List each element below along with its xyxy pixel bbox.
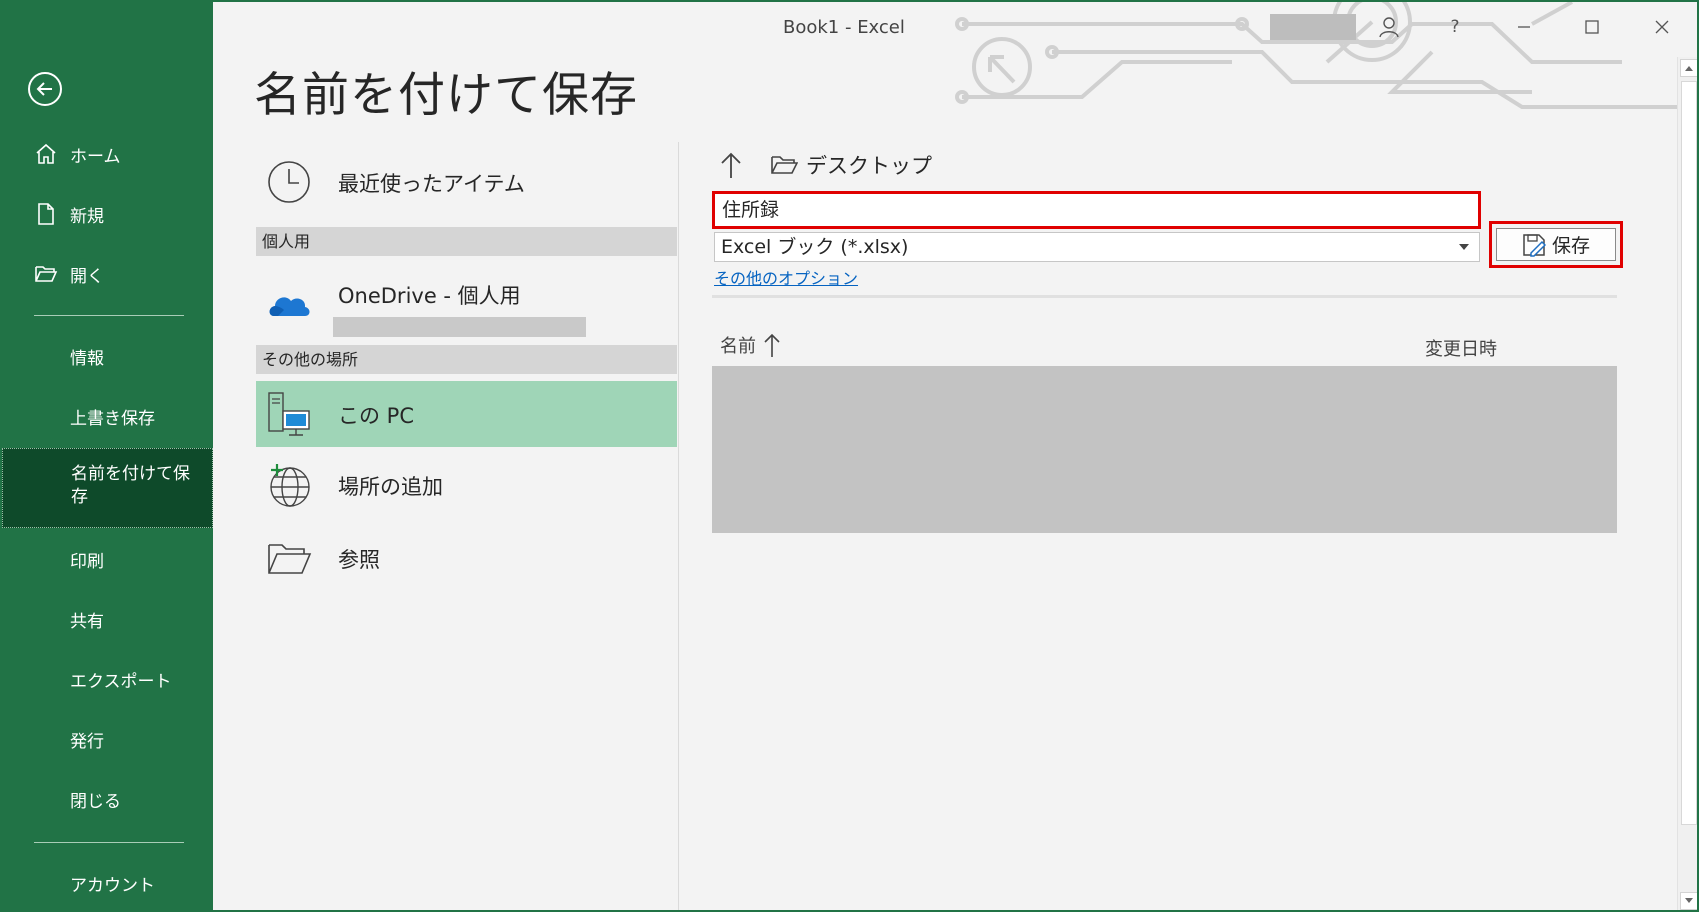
folder-icon: [266, 535, 312, 581]
nav-label: 開く: [70, 266, 104, 287]
nav-label: 発行: [70, 731, 104, 752]
nav-publish[interactable]: 発行: [2, 713, 213, 765]
back-arrow-icon[interactable]: [28, 72, 62, 106]
filename-input[interactable]: 住所録: [712, 191, 1481, 229]
maximize-icon[interactable]: [1574, 12, 1610, 42]
save-button-label: 保存: [1551, 235, 1590, 257]
location-browse[interactable]: 参照: [256, 525, 677, 591]
column-header-modified[interactable]: 変更日時: [1425, 335, 1497, 361]
folder-open-icon: [34, 262, 58, 286]
nav-home[interactable]: ホーム: [2, 128, 213, 180]
scrollbar-thumb[interactable]: [1681, 81, 1697, 825]
nav-export[interactable]: エクスポート: [2, 653, 213, 705]
nav-label: 閉じる: [70, 791, 121, 812]
pane-divider: [678, 142, 679, 910]
nav-label: 共有: [70, 611, 104, 632]
help-button[interactable]: ?: [1437, 12, 1473, 42]
location-label: 場所の追加: [338, 475, 443, 499]
location-label: 最近使ったアイテム: [338, 172, 525, 196]
clock-icon: [266, 159, 312, 205]
title-bar: Book1 - Excel ?: [213, 2, 1697, 52]
nav-info[interactable]: 情報: [2, 330, 213, 382]
scroll-up-icon[interactable]: [1680, 59, 1697, 77]
nav-divider: [34, 842, 184, 843]
nav-divider: [34, 315, 184, 316]
save-disk-icon: [1523, 233, 1546, 257]
column-header-name[interactable]: 名前: [720, 332, 782, 358]
location-onedrive[interactable]: OneDrive - 個人用: [256, 260, 677, 350]
more-options-link[interactable]: その他のオプション: [714, 265, 858, 289]
window-title: Book1 - Excel: [783, 17, 905, 38]
nav-close[interactable]: 閉じる: [2, 773, 213, 825]
column-header-label: 名前: [720, 336, 756, 357]
backstage-nav: ホーム 新規 開く 情報 上書き保存 名前を付けて保存 印刷 共有 エクスポート…: [2, 2, 213, 910]
nav-save-as[interactable]: 名前を付けて保存: [2, 448, 213, 528]
nav-label: 印刷: [70, 551, 104, 572]
close-icon[interactable]: [1644, 12, 1680, 42]
excel-window: ホーム 新規 開く 情報 上書き保存 名前を付けて保存 印刷 共有 エクスポート…: [0, 0, 1699, 912]
current-folder-label: デスクトップ: [806, 154, 932, 178]
section-header-other: その他の場所: [256, 345, 677, 374]
home-icon: [34, 142, 58, 166]
filetype-value: Excel ブック (*.xlsx): [721, 236, 909, 258]
nav-label: 情報: [70, 348, 104, 369]
nav-save[interactable]: 上書き保存: [2, 390, 213, 442]
vertical-scrollbar[interactable]: [1677, 57, 1697, 910]
nav-label: 新規: [70, 206, 104, 227]
globe-add-icon: [266, 462, 312, 508]
sort-ascending-icon: [764, 333, 780, 357]
section-header-personal: 個人用: [256, 227, 677, 256]
nav-new[interactable]: 新規: [2, 188, 213, 240]
location-recent[interactable]: 最近使ったアイテム: [256, 142, 677, 222]
nav-open[interactable]: 開く: [2, 248, 213, 300]
nav-label: 名前を付けて保存: [71, 464, 190, 507]
location-this-pc[interactable]: この PC: [256, 381, 677, 447]
current-folder-breadcrumb[interactable]: デスクトップ: [770, 150, 932, 180]
section-divider: [712, 295, 1617, 298]
account-email-redacted: [333, 317, 586, 337]
location-label: 参照: [338, 548, 380, 572]
location-add-place[interactable]: 場所の追加: [256, 452, 677, 518]
filetype-select[interactable]: Excel ブック (*.xlsx): [714, 232, 1480, 262]
location-label: この PC: [338, 404, 415, 428]
up-folder-icon[interactable]: [718, 150, 744, 180]
new-document-icon: [34, 202, 58, 226]
nav-label: ホーム: [70, 146, 121, 167]
location-label: OneDrive - 個人用: [338, 284, 521, 308]
scroll-down-icon[interactable]: [1680, 892, 1697, 910]
nav-print[interactable]: 印刷: [2, 533, 213, 585]
nav-share[interactable]: 共有: [2, 593, 213, 645]
dropdown-caret-icon: [1459, 244, 1469, 250]
folder-icon: [771, 156, 798, 174]
save-button-highlight: 保存: [1489, 221, 1623, 268]
nav-account[interactable]: アカウント: [2, 857, 213, 909]
computer-icon: [266, 391, 312, 437]
onedrive-cloud-icon: [266, 282, 312, 328]
nav-label: アカウント: [70, 875, 155, 896]
save-button[interactable]: 保存: [1496, 228, 1616, 261]
account-icon[interactable]: [1371, 12, 1407, 42]
minimize-icon[interactable]: [1506, 12, 1542, 42]
nav-label: 上書き保存: [70, 408, 155, 429]
page-title: 名前を付けて保存: [254, 68, 638, 123]
nav-label: エクスポート: [70, 671, 172, 692]
user-name-redacted: [1270, 14, 1356, 40]
file-list-redacted: [712, 366, 1617, 533]
